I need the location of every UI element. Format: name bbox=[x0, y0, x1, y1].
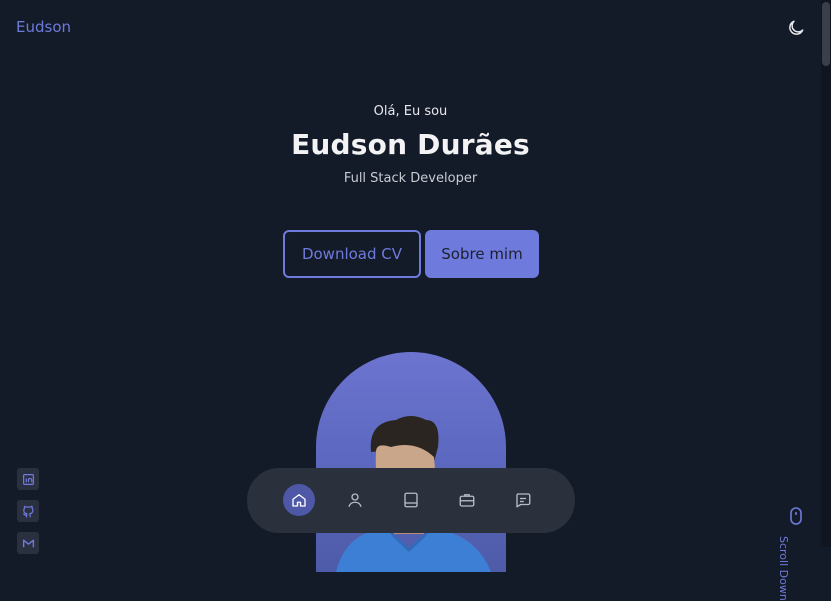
site-logo[interactable]: Eudson bbox=[16, 18, 71, 36]
profile-photo bbox=[316, 352, 506, 572]
briefcase-icon bbox=[459, 494, 475, 507]
user-icon bbox=[348, 493, 362, 507]
download-cv-button[interactable]: Download CV bbox=[283, 230, 421, 278]
book-icon bbox=[404, 492, 418, 508]
github-icon bbox=[22, 505, 33, 518]
hero-greeting: Olá, Eu sou bbox=[373, 104, 448, 119]
bottom-navigation bbox=[247, 468, 575, 533]
about-me-button[interactable]: Sobre mim bbox=[425, 230, 539, 278]
hero-name: Eudson Durães bbox=[291, 128, 530, 161]
page-scrollbar[interactable] bbox=[821, 0, 831, 547]
nav-portfolio[interactable] bbox=[451, 484, 483, 516]
mouse-icon bbox=[790, 507, 802, 525]
home-icon bbox=[292, 494, 306, 507]
nav-experience[interactable] bbox=[395, 484, 427, 516]
moon-icon bbox=[789, 20, 804, 35]
hero-role: Full Stack Developer bbox=[343, 171, 478, 186]
github-link[interactable] bbox=[17, 500, 39, 522]
profile-photo-figure bbox=[336, 416, 491, 572]
scroll-down-label[interactable]: Scroll Down bbox=[777, 536, 790, 601]
scroll-down-button[interactable] bbox=[788, 507, 804, 527]
message-icon bbox=[516, 493, 531, 508]
theme-toggle-button[interactable] bbox=[786, 18, 806, 38]
scrollbar-thumb[interactable] bbox=[822, 2, 830, 66]
linkedin-link[interactable] bbox=[17, 468, 39, 490]
nav-contact[interactable] bbox=[507, 484, 539, 516]
nav-home[interactable] bbox=[283, 484, 315, 516]
gmail-icon bbox=[22, 539, 34, 547]
nav-about[interactable] bbox=[339, 484, 371, 516]
gmail-link[interactable] bbox=[17, 532, 39, 554]
linkedin-icon bbox=[22, 473, 34, 485]
